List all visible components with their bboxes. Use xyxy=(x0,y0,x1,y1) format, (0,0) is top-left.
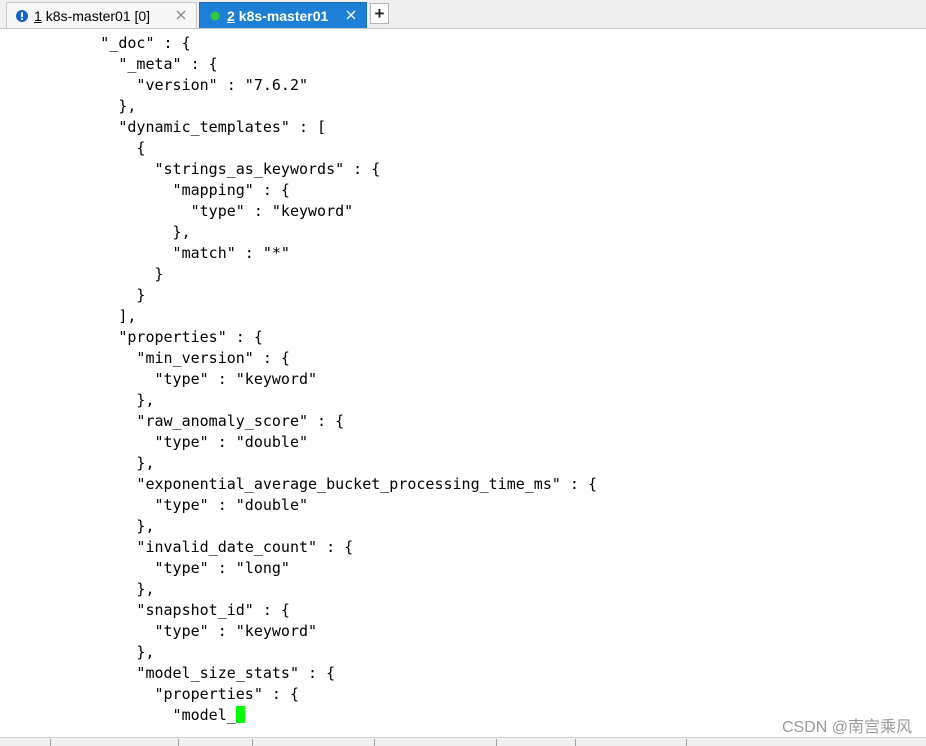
terminal-line: "model_size_stats" : { xyxy=(0,663,926,684)
terminal-line: }, xyxy=(0,579,926,600)
terminal-line-text: }, xyxy=(10,580,155,598)
terminal-line: }, xyxy=(0,96,926,117)
terminal-line: }, xyxy=(0,453,926,474)
terminal-line-text: }, xyxy=(10,223,191,241)
tab-label: k8s-master01 xyxy=(238,7,329,24)
terminal-output[interactable]: "_doc" : { "_meta" : { "version" : "7.6.… xyxy=(0,30,926,736)
terminal-lines: "_doc" : { "_meta" : { "version" : "7.6.… xyxy=(0,30,926,726)
tab-bar: 1 k8s-master01 [0] 2 k8s-master01 + xyxy=(0,0,926,29)
terminal-line: } xyxy=(0,264,926,285)
terminal-line-text: }, xyxy=(10,97,137,115)
tab-label: k8s-master01 [0] xyxy=(45,7,151,24)
terminal-line-text: { xyxy=(10,139,146,157)
terminal-line-text: } xyxy=(10,286,146,304)
status-divider xyxy=(178,739,179,746)
terminal-line-text: "_meta" : { xyxy=(10,55,218,73)
close-icon[interactable] xyxy=(344,8,358,22)
terminal-line-text: }, xyxy=(10,517,155,535)
terminal-line: "min_version" : { xyxy=(0,348,926,369)
terminal-line: "invalid_date_count" : { xyxy=(0,537,926,558)
terminal-line: }, xyxy=(0,516,926,537)
terminal-line: }, xyxy=(0,642,926,663)
tab-number: 2 xyxy=(227,7,235,24)
terminal-line-text: "version" : "7.6.2" xyxy=(10,76,309,94)
terminal-line: }, xyxy=(0,222,926,243)
terminal-line-text: "match" : "*" xyxy=(10,244,290,262)
terminal-line-text: "invalid_date_count" : { xyxy=(10,538,354,556)
terminal-line-text: "mapping" : { xyxy=(10,181,290,199)
green-dot-icon xyxy=(209,10,221,22)
terminal-line-text: }, xyxy=(10,454,155,472)
terminal-line-text: "min_version" : { xyxy=(10,349,290,367)
terminal-line-text: "type" : "double" xyxy=(10,496,309,514)
terminal-line-text: "type" : "double" xyxy=(10,433,309,451)
terminal-line: { xyxy=(0,138,926,159)
terminal-line: "raw_anomaly_score" : { xyxy=(0,411,926,432)
terminal-line: "properties" : { xyxy=(0,327,926,348)
terminal-line: ], xyxy=(0,306,926,327)
terminal-line-text: "dynamic_templates" : [ xyxy=(10,118,327,136)
tab-session-2[interactable]: 2 k8s-master01 xyxy=(199,2,367,28)
terminal-line: "exponential_average_bucket_processing_t… xyxy=(0,474,926,495)
terminal-line-text: "type" : "keyword" xyxy=(10,622,318,640)
terminal-line-text: "type" : "keyword" xyxy=(10,202,354,220)
terminal-line-text: "properties" : { xyxy=(10,328,263,346)
status-divider xyxy=(575,739,576,746)
terminal-line: "snapshot_id" : { xyxy=(0,600,926,621)
terminal-line: "properties" : { xyxy=(0,684,926,705)
status-bar xyxy=(0,737,926,746)
terminal-line: "type" : "keyword" xyxy=(0,621,926,642)
tab-number: 1 xyxy=(34,7,42,24)
watermark-text: CSDN @南宫乘风 xyxy=(781,719,912,736)
status-divider xyxy=(252,739,253,746)
terminal-line-text: "type" : "long" xyxy=(10,559,290,577)
terminal-line-text: "type" : "keyword" xyxy=(10,370,318,388)
terminal-line-text: "model_ xyxy=(10,706,236,724)
terminal-line: "type" : "double" xyxy=(0,495,926,516)
terminal-line-text: ], xyxy=(10,307,137,325)
terminal-line: }, xyxy=(0,390,926,411)
tab-session-1[interactable]: 1 k8s-master01 [0] xyxy=(6,2,197,28)
terminal-line-text: }, xyxy=(10,643,155,661)
exclamation-info-icon xyxy=(16,9,28,22)
terminal-line: "type" : "keyword" xyxy=(0,201,926,222)
terminal-line: "dynamic_templates" : [ xyxy=(0,117,926,138)
new-tab-button[interactable]: + xyxy=(370,3,389,24)
terminal-line-text: "raw_anomaly_score" : { xyxy=(10,412,345,430)
terminal-line-text: "snapshot_id" : { xyxy=(10,601,290,619)
terminal-line: "strings_as_keywords" : { xyxy=(0,159,926,180)
terminal-line: "type" : "keyword" xyxy=(0,369,926,390)
terminal-line: "_meta" : { xyxy=(0,54,926,75)
terminal-line: "mapping" : { xyxy=(0,180,926,201)
status-divider xyxy=(686,739,687,746)
terminal-line: "version" : "7.6.2" xyxy=(0,75,926,96)
status-divider xyxy=(496,739,497,746)
terminal-line-text: "model_size_stats" : { xyxy=(10,664,336,682)
terminal-line-text: "strings_as_keywords" : { xyxy=(10,160,381,178)
terminal-line-text: "exponential_average_bucket_processing_t… xyxy=(10,475,597,493)
terminal-line-text: "properties" : { xyxy=(10,685,299,703)
terminal-line-text: "_doc" : { xyxy=(10,34,191,52)
plus-icon: + xyxy=(374,4,385,23)
text-cursor xyxy=(235,706,245,723)
terminal-line: "match" : "*" xyxy=(0,243,926,264)
terminal-line: "_doc" : { xyxy=(0,33,926,54)
status-divider xyxy=(50,739,51,746)
terminal-line: "type" : "long" xyxy=(0,558,926,579)
close-icon[interactable] xyxy=(174,8,188,22)
terminal-line: } xyxy=(0,285,926,306)
status-divider xyxy=(374,739,375,746)
terminal-line-text: }, xyxy=(10,391,155,409)
terminal-line: "type" : "double" xyxy=(0,432,926,453)
terminal-line-text: } xyxy=(10,265,164,283)
